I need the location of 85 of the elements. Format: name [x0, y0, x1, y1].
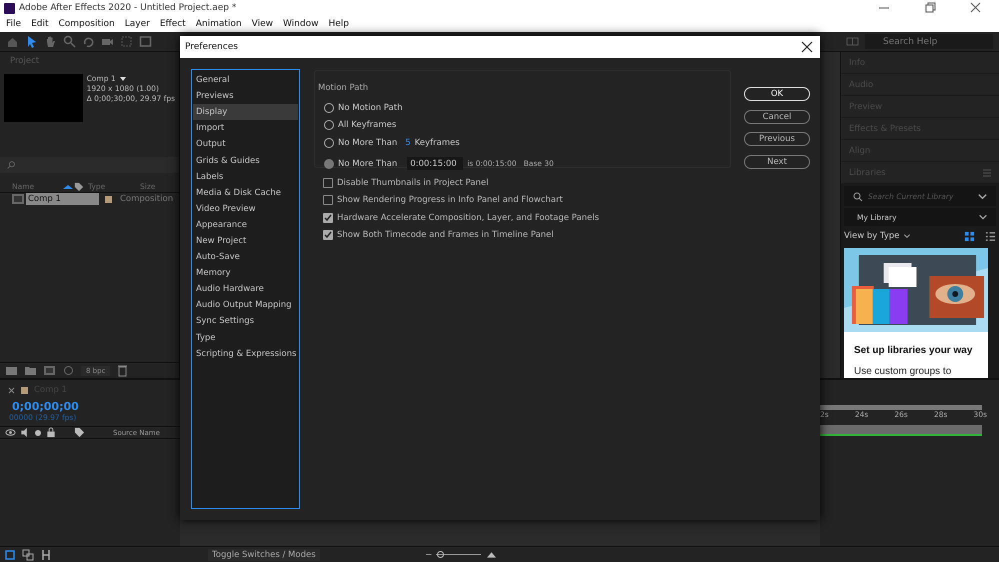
menu-item[interactable]: View: [250, 19, 274, 29]
label-swatch: [21, 386, 28, 394]
lock-icon[interactable]: [46, 427, 56, 438]
rotate-icon[interactable]: [82, 35, 95, 48]
search-help-field[interactable]: Search Help: [865, 34, 993, 49]
dialog-button[interactable]: Next: [744, 154, 810, 168]
view-by-dropdown[interactable]: View by Type: [844, 231, 900, 241]
eye-icon[interactable]: [5, 427, 16, 438]
checkbox[interactable]: [323, 178, 333, 188]
keyframe-count[interactable]: 5: [405, 138, 411, 148]
composition-icon: [12, 194, 24, 204]
dialog-button[interactable]: OK: [744, 87, 810, 101]
category-item[interactable]: Output: [193, 136, 298, 152]
checkbox-label[interactable]: Show Both Timecode and Frames in Timeline Panel: [337, 230, 554, 240]
radio-button[interactable]: [324, 120, 334, 130]
checkbox-label[interactable]: Hardware Accelerate Composition, Layer, and Footage Panels: [337, 212, 600, 223]
zoom-in-icon[interactable]: [486, 550, 496, 559]
checkbox[interactable]: [323, 230, 333, 240]
dialog-button[interactable]: Cancel: [744, 110, 810, 124]
category-item[interactable]: Scripting & Expressions: [193, 346, 298, 362]
timecode[interactable]: 0;00;00;00: [0, 400, 180, 413]
category-item[interactable]: Import: [193, 120, 298, 136]
chevron-down-icon[interactable]: [902, 232, 911, 240]
category-item[interactable]: New Project: [193, 232, 298, 250]
slider-thumb[interactable]: [437, 550, 444, 558]
close-icon[interactable]: [800, 40, 814, 54]
radio-button[interactable]: [324, 138, 334, 148]
menu-item[interactable]: Window: [282, 19, 320, 29]
toggle-switches-button[interactable]: Toggle Switches / Modes: [208, 548, 320, 560]
unit-label: Keyframes: [414, 138, 460, 148]
caret-icon[interactable]: [118, 75, 127, 83]
radio-label[interactable]: No More Than: [338, 138, 398, 148]
card-title: Set up libraries your way: [854, 345, 974, 356]
radio-button[interactable]: [324, 158, 334, 168]
time-field[interactable]: 0:00:15:00: [407, 157, 464, 170]
category-item[interactable]: Auto-Save: [193, 249, 298, 266]
category-item[interactable]: General: [193, 72, 298, 88]
category-item[interactable]: Sync Settings: [193, 313, 298, 330]
trash-icon[interactable]: [116, 364, 130, 377]
window-title: Adobe After Effects 2020 - Untitled Project.aep *: [19, 3, 236, 13]
label-icon[interactable]: [74, 427, 85, 438]
menu-item[interactable]: Help: [327, 19, 350, 29]
work-area-bar[interactable]: [820, 425, 982, 436]
radio-label[interactable]: No Motion Path: [338, 102, 402, 113]
radio-button[interactable]: [324, 102, 334, 113]
label-swatch: [105, 196, 112, 202]
dialog-title: Preferences: [185, 42, 238, 52]
category-item[interactable]: Display: [193, 104, 298, 120]
menu-item[interactable]: Animation: [194, 19, 243, 29]
menu-item[interactable]: Layer: [124, 19, 151, 29]
selection-arrow-icon[interactable]: [25, 35, 38, 48]
category-item[interactable]: Labels: [193, 168, 298, 185]
category-item[interactable]: Media & Disk Cache: [193, 184, 298, 201]
checkbox-label[interactable]: Show Rendering Progress in Info Panel and Flowchart: [337, 195, 563, 206]
category-item[interactable]: Memory: [193, 265, 298, 282]
category-item[interactable]: Type: [193, 330, 298, 346]
menu-item[interactable]: File: [5, 19, 22, 29]
chevron-down-icon[interactable]: [978, 212, 988, 222]
category-item[interactable]: Audio Output Mapping: [193, 297, 298, 314]
list-view-icon[interactable]: [985, 230, 996, 242]
item-type: Composition: [120, 194, 174, 204]
menu-item[interactable]: Composition: [58, 19, 116, 29]
group-title: Motion Path: [318, 83, 368, 93]
category-item[interactable]: Appearance: [193, 216, 298, 233]
category-item[interactable]: Video Preview: [193, 200, 298, 217]
dialog-button[interactable]: Previous: [744, 132, 810, 146]
hand-icon[interactable]: [44, 35, 57, 48]
app-logo-icon: [4, 2, 15, 14]
zoom-icon[interactable]: [63, 35, 76, 48]
checkbox[interactable]: [323, 212, 333, 223]
category-item[interactable]: Previews: [193, 88, 298, 104]
speaker-icon[interactable]: [20, 427, 30, 438]
radio-label[interactable]: No More Than: [338, 158, 398, 168]
checkbox-label[interactable]: Disable Thumbnails in Project Panel: [337, 178, 488, 188]
menu-item[interactable]: Effect: [158, 19, 187, 29]
menu-item[interactable]: Edit: [30, 19, 50, 29]
radio-label[interactable]: All Keyframes: [338, 120, 396, 130]
card-text: Use custom groups to: [854, 366, 952, 377]
category-item[interactable]: Audio Hardware: [193, 281, 298, 298]
category-item[interactable]: Grids & Guides: [193, 152, 298, 169]
project-item[interactable]: Comp 1: [26, 193, 99, 205]
checkbox[interactable]: [323, 195, 333, 206]
grid-view-icon[interactable]: [964, 230, 975, 242]
rectangle-icon[interactable]: [139, 35, 152, 48]
search-icon[interactable]: [852, 190, 863, 202]
